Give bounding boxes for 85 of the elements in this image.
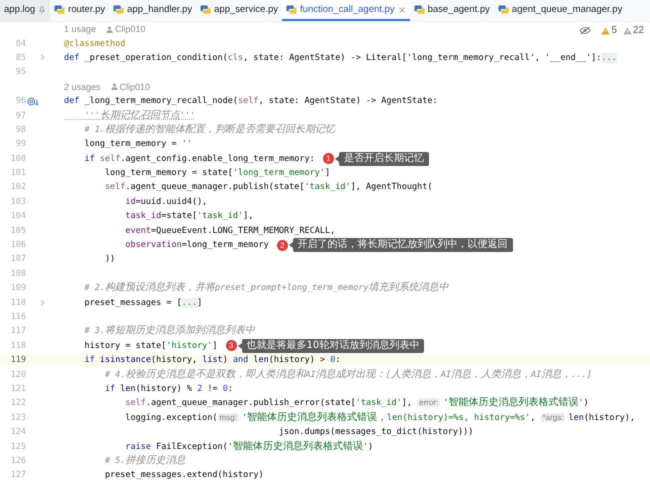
line-number: 121 — [10, 384, 26, 394]
code-line: preset_messages = [...] — [83, 296, 202, 310]
person-icon — [110, 83, 118, 90]
code-line: # 4.校验历史消息是不是双数，即人类消息和AI消息成对出现：[人类消息，AI消息，人类消息，AI消息，...] — [104, 368, 592, 382]
file-icon — [200, 4, 212, 15]
code-line: task_id=state['task_id'], — [124, 210, 254, 224]
eye-slash-icon[interactable] — [579, 26, 592, 35]
editor-tab[interactable]: app.log — [0, 0, 50, 21]
line-number: 102 — [10, 182, 26, 192]
editor-tab[interactable]: app_handler.py — [109, 0, 196, 21]
editor-tab[interactable]: base_agent.py — [410, 0, 494, 21]
callout-number-badge: 1 — [322, 153, 334, 164]
line-number: 126 — [10, 456, 26, 466]
code-line: id=uuid.uuid4(), — [124, 196, 208, 209]
code-line: observation=long_term_memory — [124, 239, 269, 252]
line-number: 125 — [10, 442, 26, 452]
line-number: 118 — [10, 340, 26, 351]
code-line: )) — [104, 253, 116, 266]
code-line: def _preset_operation_condition(cls, state: AgentState) -> Literal['long_term_memory_recall', '__end__']:... — [64, 52, 617, 65]
line-number: 103 — [10, 196, 26, 207]
inspection-count[interactable]: 5 — [611, 25, 617, 36]
code-line: preset_messages.extend(history) — [104, 469, 264, 482]
code-line: json.dumps(messages_to_dict(history))) — [278, 426, 474, 440]
file-icon — [414, 4, 425, 15]
line-number: 108 — [10, 268, 26, 279]
code-line: long_term_memory = '' — [83, 138, 192, 152]
code-line: history = state['history'] — [83, 340, 218, 353]
line-number: 85 — [14, 52, 26, 63]
inspection-count[interactable]: 22 — [632, 25, 644, 36]
line-number: 116 — [10, 312, 26, 322]
line-number: 117 — [10, 326, 26, 336]
line-number: 98 — [14, 124, 26, 135]
line-number: 100 — [10, 154, 26, 164]
line-number: 101 — [10, 168, 26, 178]
line-number: 127 — [10, 470, 26, 480]
code-line: # 2.构建预设消息列表，并将preset_prompt+long_term_memory填充到系统消息中 — [83, 281, 448, 296]
callout-number-badge: 2 — [276, 240, 288, 251]
code-line: @classmethod — [64, 38, 126, 51]
line-number: 106 — [10, 240, 26, 250]
warning-icon[interactable] — [601, 26, 610, 34]
file-icon — [498, 4, 509, 15]
line-number: 105 — [10, 226, 26, 236]
code-line: logging.exception( msg: '智能体历史消息列表格式错误，len(history)=%s, history=%s', *args: len(history), — [124, 410, 635, 425]
line-number: 120 — [10, 370, 26, 380]
fold-chevron-icon[interactable] — [40, 54, 45, 62]
line-number: 99 — [14, 139, 26, 150]
editor-tab[interactable]: agent_queue_manager.py — [494, 0, 626, 21]
line-number: 124 — [10, 427, 26, 438]
code-line: if self.agent_config.enable_long_term_memory: — [83, 152, 315, 166]
line-number: 84 — [14, 38, 26, 49]
code-line: self.agent_queue_manager.publish_error(state['task_id'], error: '智能体历史消息列表格式错误') — [124, 396, 589, 410]
code-line: event=QueueEvent.LONG_TERM_MEMORY_RECALL, — [124, 224, 336, 238]
line-number: 119 — [10, 355, 26, 366]
code-line: long_term_memory = state['long_term_memory'] — [104, 167, 330, 180]
code-line: if len(history) % 2 != 0: — [104, 382, 233, 396]
editor-tab[interactable]: function_call_agent.py — [282, 0, 410, 21]
at-sign-arrow-icon[interactable] — [27, 96, 39, 106]
code-line: # 1.根据传递的智能体配置，判断是否需要召回长期记忆 — [83, 122, 335, 137]
file-icon — [54, 4, 66, 15]
code-line: # 3.将短期历史消息添加到消息列表中 — [83, 324, 255, 338]
line-number: 97 — [14, 110, 26, 121]
code-line: self.agent_queue_manager.publish(state['task_id'], AgentThought( — [104, 181, 432, 194]
code-line: '''长期记忆召回节点''' — [83, 108, 196, 123]
line-number: 123 — [10, 412, 26, 423]
code-line: raise FailException('智能体历史消息列表格式错误') — [124, 440, 374, 454]
file-icon — [286, 4, 298, 15]
file-icon — [113, 4, 124, 15]
code-line: # 5.拼接历史消息 — [104, 454, 186, 468]
warning-icon[interactable] — [622, 26, 632, 34]
code-line: def _long_term_memory_recall_node(self, state: AgentState) -> AgentState: — [64, 95, 438, 108]
line-number: 122 — [10, 398, 26, 408]
line-number: 96 — [14, 96, 26, 106]
pin-icon[interactable] — [38, 6, 46, 14]
close-icon[interactable] — [398, 6, 406, 14]
line-number: 95 — [14, 67, 26, 78]
code-line: if isinstance(history, list) and len(history) > 0: — [83, 354, 340, 368]
person-icon — [106, 26, 114, 33]
line-number: 110 — [10, 298, 26, 308]
editor-tab[interactable]: app_service.py — [196, 0, 282, 21]
line-number: 104 — [10, 211, 26, 222]
fold-chevron-icon[interactable] — [40, 299, 45, 306]
callout-number-badge: 3 — [226, 340, 237, 352]
line-number: 107 — [10, 254, 26, 264]
line-number: 109 — [10, 283, 26, 294]
editor-tab[interactable]: router.py — [50, 0, 110, 21]
